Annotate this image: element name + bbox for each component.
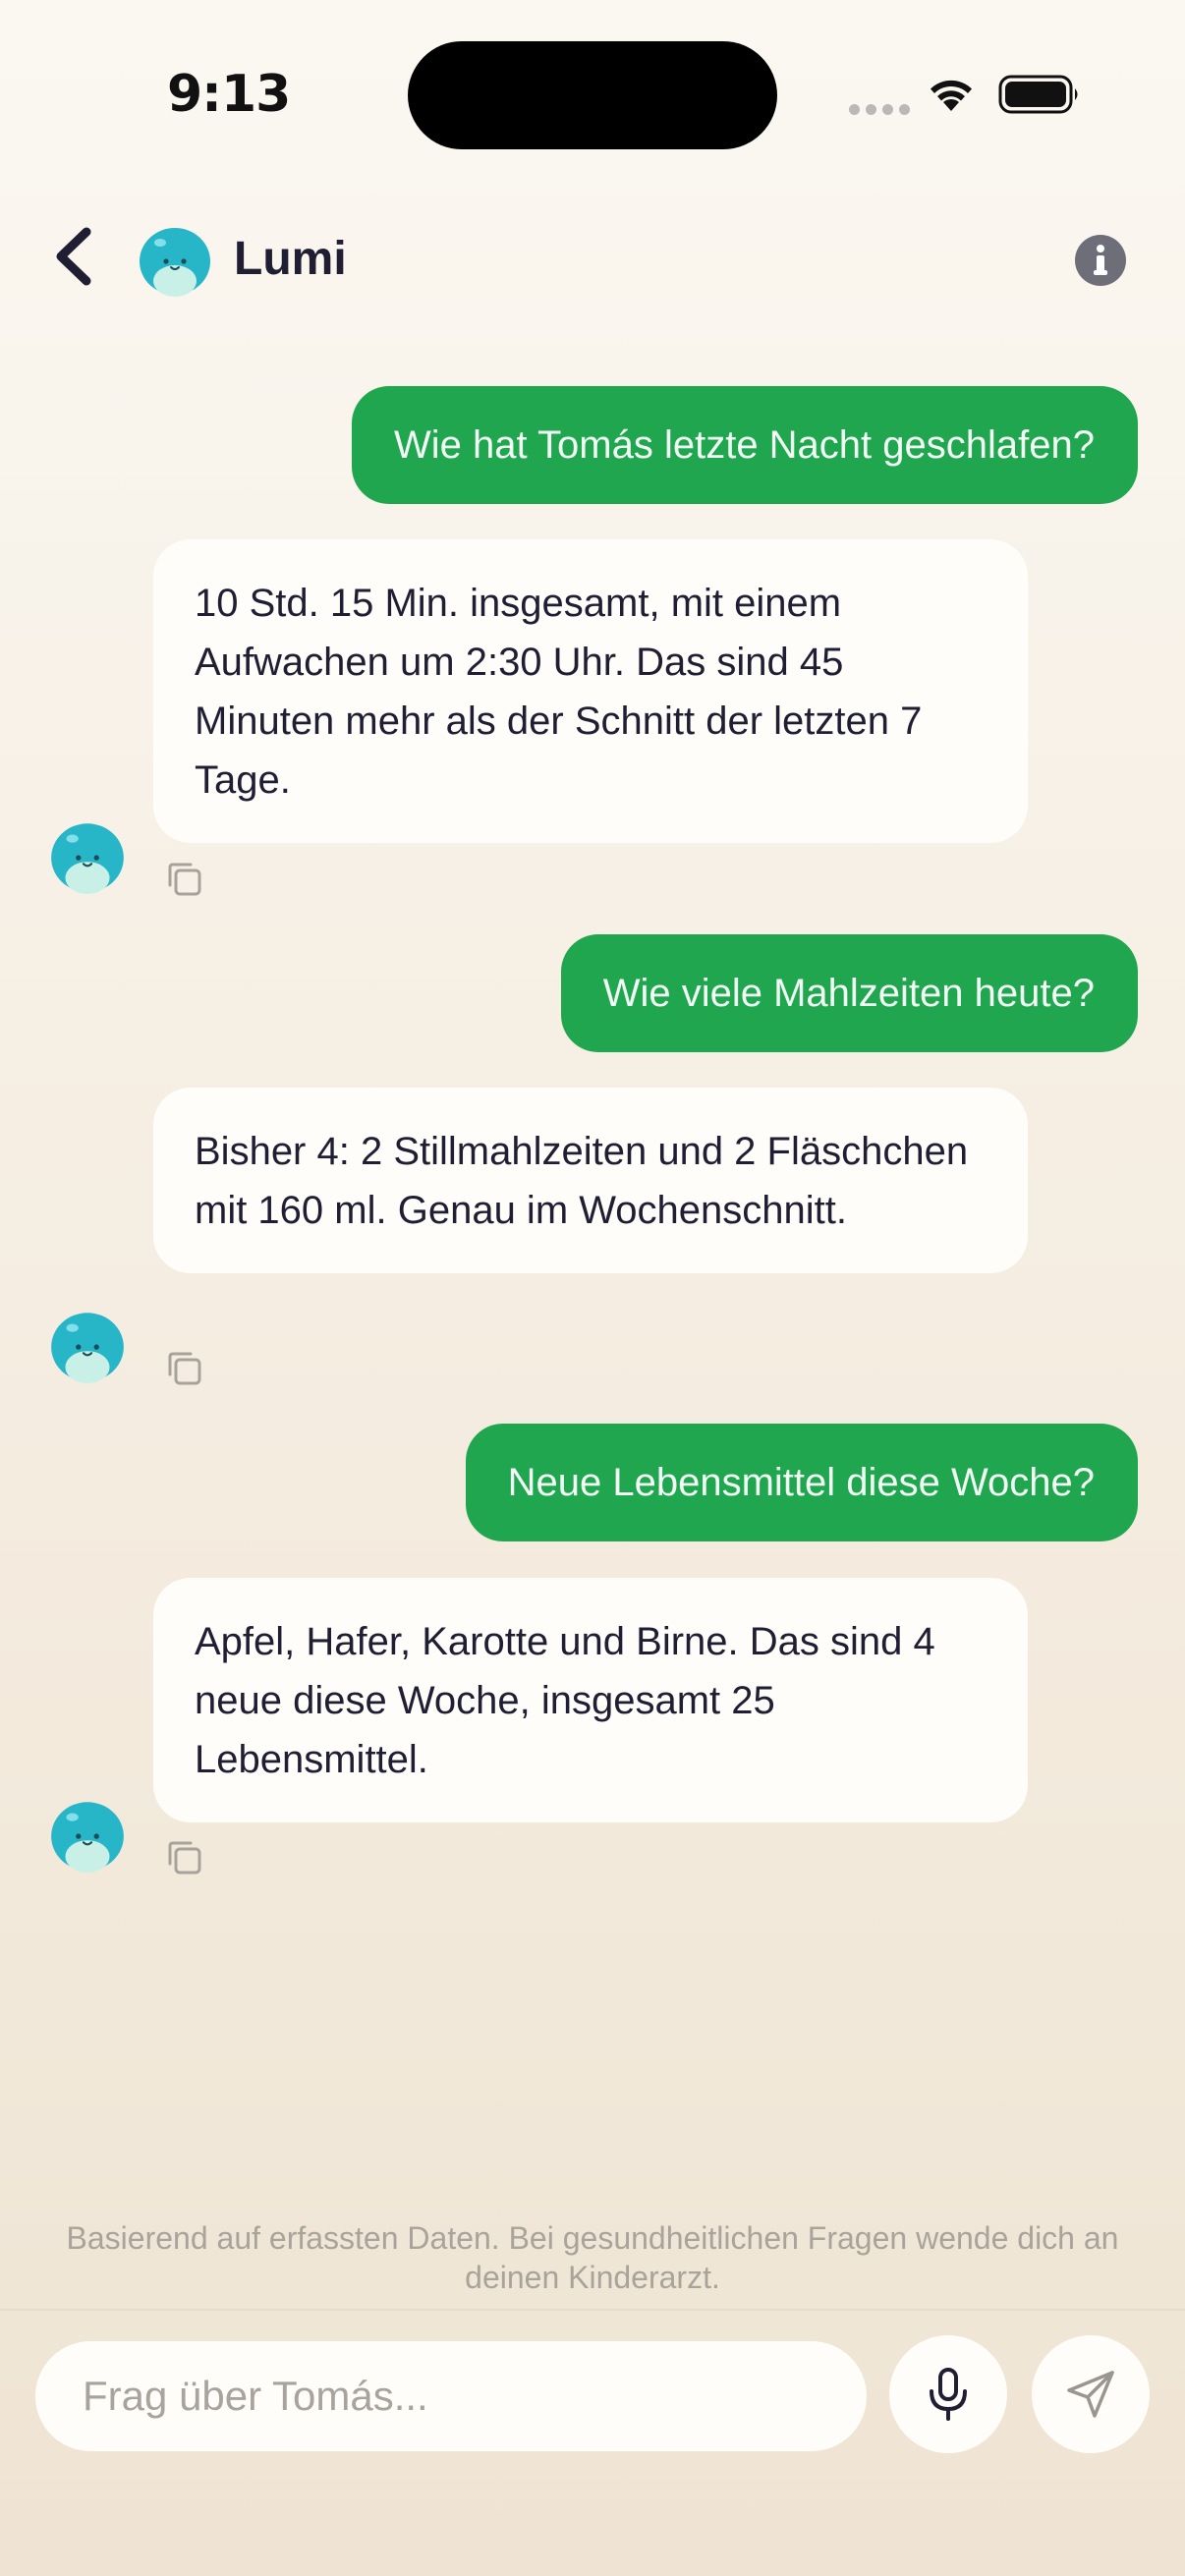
- message-input[interactable]: [35, 2341, 867, 2451]
- send-icon: [1067, 2371, 1114, 2418]
- lumi-avatar: [51, 1313, 124, 1383]
- lumi-avatar: [51, 1802, 124, 1873]
- info-icon[interactable]: [1075, 235, 1126, 286]
- disclaimer-text: Basierend auf erfassten Daten. Bei gesun…: [66, 2220, 1119, 2295]
- user-message: Wie hat Tomás letzte Nacht geschlafen?: [352, 386, 1138, 504]
- microphone-icon: [930, 2368, 967, 2421]
- battery-icon: [998, 75, 1078, 114]
- dynamic-island: [408, 41, 777, 149]
- copy-icon[interactable]: [163, 858, 206, 901]
- cellular-signal-icon: [849, 104, 910, 115]
- assistant-message: Apfel, Hafer, Karotte und Birne. Das sin…: [153, 1578, 1028, 1822]
- chevron-left-icon[interactable]: [51, 226, 94, 287]
- chat-title: Lumi: [234, 233, 347, 285]
- assistant-message: 10 Std. 15 Min. insgesamt, mit einem Auf…: [153, 539, 1028, 843]
- user-message: Neue Lebensmittel diese Woche?: [465, 1424, 1138, 1541]
- copy-icon[interactable]: [163, 1347, 206, 1390]
- lumi-avatar: [51, 823, 124, 894]
- user-message: Wie viele Mahlzeiten heute?: [560, 934, 1138, 1052]
- assistant-message: Bisher 4: 2 Stillmahlzeiten und 2 Fläsch…: [153, 1088, 1028, 1273]
- composer-divider: [0, 2309, 1185, 2311]
- send-button[interactable]: [1032, 2335, 1150, 2453]
- microphone-button[interactable]: [889, 2335, 1007, 2453]
- copy-icon[interactable]: [163, 1836, 206, 1879]
- status-time: 9:13: [167, 65, 291, 124]
- lumi-avatar: [140, 228, 210, 297]
- status-bar: 9:13: [0, 0, 1185, 187]
- wifi-icon: [931, 80, 972, 111]
